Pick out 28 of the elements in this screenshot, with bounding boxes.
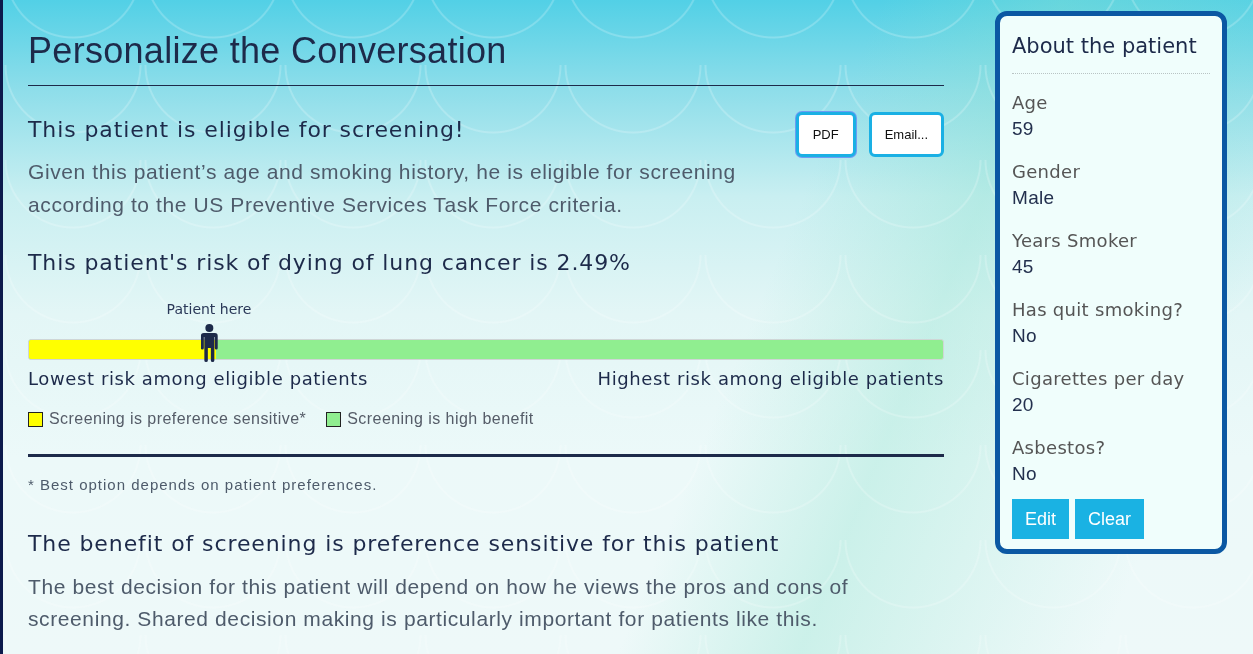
section-heading: This patient is eligible for screening!: [28, 116, 466, 144]
field-value: No: [1012, 324, 1038, 348]
field-label: Has quit smoking?: [1012, 298, 1185, 322]
panel-title: About the patient: [1012, 32, 1210, 74]
pdf-button[interactable]: PDF: [795, 112, 856, 157]
field-label: Years Smoker: [1012, 229, 1139, 253]
scale-label: Highest risk among eligible patients: [597, 368, 944, 390]
field-value: 20: [1012, 393, 1035, 417]
field-label: Gender: [1012, 160, 1082, 184]
legend-label: Screening is high benefit: [347, 409, 534, 429]
section-heading: The benefit of screening is preference sensitive for this patient: [28, 530, 781, 558]
field-label: Asbestos?: [1012, 436, 1107, 460]
section-heading: This patient's risk of dying of lung cancer is 2.49%: [28, 249, 632, 277]
field-label: Cigarettes per day: [1012, 367, 1186, 391]
field-value: 45: [1012, 255, 1035, 279]
person-icon: [200, 324, 218, 362]
field-label: Age: [1012, 91, 1049, 115]
email-button[interactable]: Email...: [868, 112, 944, 157]
recommendation-text: The best decision for this patient will depend on how he views the pros and cons of screening. Shared decision making is particularly important for patients like this.: [28, 574, 850, 632]
field-value: 59: [1012, 117, 1035, 141]
marker-label: Patient here: [166, 301, 252, 318]
scale-label: Lowest risk among eligible patients: [28, 368, 368, 390]
field-value: No: [1012, 462, 1038, 486]
field-value: Male: [1012, 186, 1056, 210]
page-title: Personalize the Conversation: [28, 31, 944, 86]
footnote: * Best option depends on patient preferences.: [28, 475, 379, 495]
legend-label: Screening is preference sensitive*: [49, 409, 307, 429]
eligibility-text: Given this patient’s age and smoking history, he is eligible for screening according to the US Preventive Services Task Force criteria.: [28, 159, 737, 218]
